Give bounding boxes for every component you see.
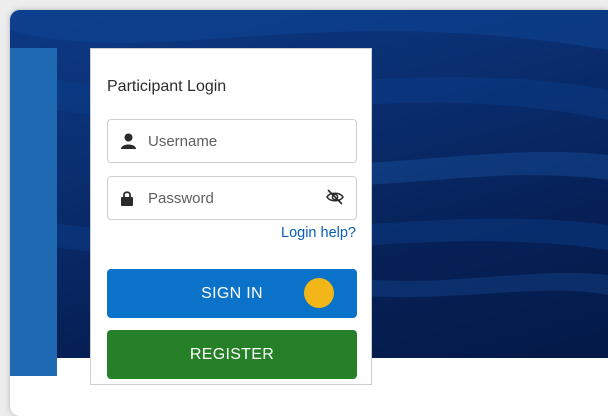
username-input[interactable] [148, 120, 318, 162]
register-button[interactable]: REGISTER [107, 330, 357, 379]
username-field[interactable] [107, 119, 357, 163]
login-title: Participant Login [107, 78, 227, 95]
eye-slash-icon[interactable] [326, 189, 344, 210]
side-stripe [10, 48, 57, 376]
login-help-link[interactable]: Login help? [281, 225, 356, 241]
lock-icon [121, 190, 133, 211]
app-window: Participant Login Username Login help? S… [10, 10, 608, 416]
password-field[interactable] [107, 176, 357, 220]
user-icon [121, 133, 136, 154]
cursor-indicator [304, 278, 334, 308]
login-card: Participant Login Username Login help? S… [90, 48, 372, 385]
password-input[interactable] [148, 177, 318, 219]
